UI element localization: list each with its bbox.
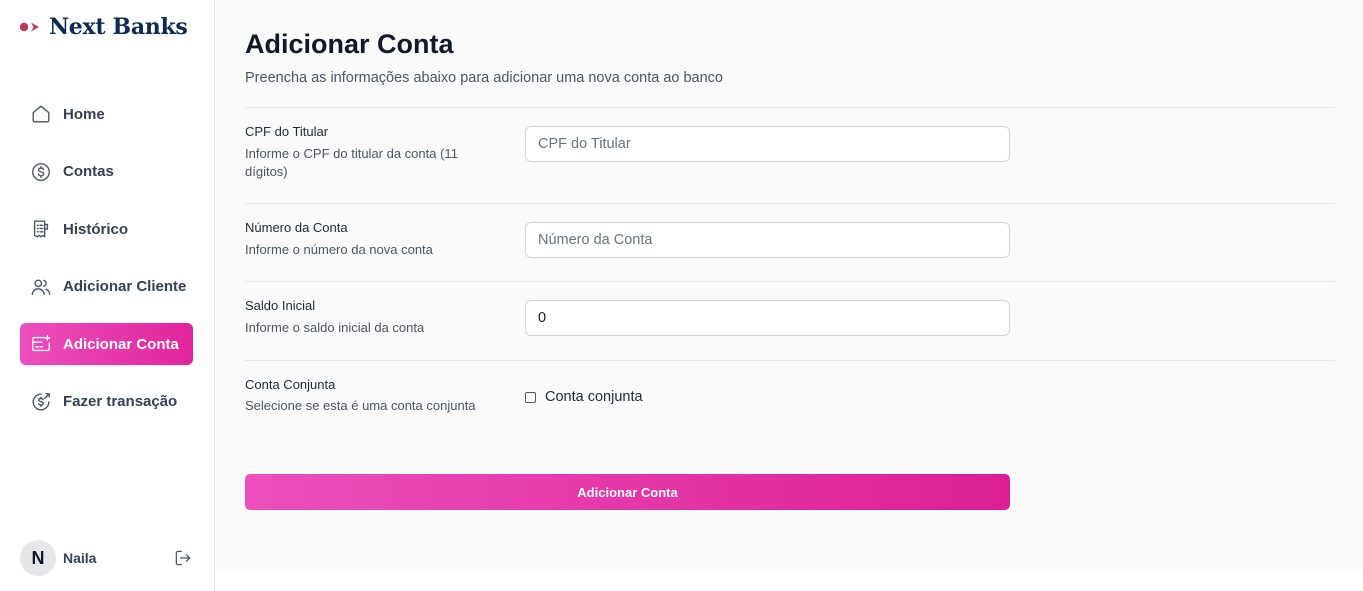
avatar[interactable]: N — [20, 540, 56, 576]
conta-conjunta-checkbox[interactable] — [525, 391, 536, 403]
numero-conta-help: Informe o número da nova conta — [245, 242, 433, 257]
sidebar-item-label: Contas — [63, 163, 114, 180]
user-name: Naila — [63, 550, 97, 566]
sidebar-item-label: Adicionar Cliente — [63, 278, 187, 295]
saldo-inicial-help: Informe o saldo inicial da conta — [245, 320, 425, 335]
sidebar-item-contas[interactable]: Contas — [20, 151, 193, 193]
adicionar-conta-button[interactable]: Adicionar Conta — [245, 474, 1010, 510]
saldo-inicial-label: Saldo Inicial — [245, 298, 316, 313]
sidebar-item-fazer-transacao[interactable]: Fazer transação — [20, 381, 193, 423]
users-icon — [30, 276, 52, 298]
divider — [245, 107, 1335, 108]
sidebar-item-historico[interactable]: Histórico — [20, 208, 193, 250]
conta-conjunta-help: Selecione se esta é uma conta conjunta — [245, 398, 476, 413]
page-subtitle: Preencha as informações abaixo para adic… — [245, 70, 723, 86]
cpf-input[interactable] — [525, 126, 1010, 162]
sidebar-item-label: Home — [63, 105, 105, 123]
main-content: Adicionar Conta Preencha as informações … — [216, 0, 1363, 571]
sidebar: Next Banks Home Contas Histórico Adicion… — [0, 0, 215, 591]
saldo-inicial-input[interactable] — [525, 300, 1010, 336]
brand-logo[interactable]: Next Banks — [19, 12, 188, 42]
conta-conjunta-label: Conta Conjunta — [245, 377, 336, 392]
page-title: Adicionar Conta — [245, 29, 454, 59]
conta-conjunta-checkbox-row[interactable]: Conta conjunta — [525, 389, 643, 405]
divider — [245, 203, 1335, 204]
sidebar-item-adicionar-cliente[interactable]: Adicionar Cliente — [20, 266, 193, 308]
sidebar-item-label: Adicionar Conta — [63, 335, 179, 353]
dollar-circle-icon — [30, 161, 52, 183]
cpf-label: CPF do Titular — [245, 124, 329, 139]
sidebar-item-label: Fazer transação — [63, 393, 178, 410]
divider — [245, 281, 1335, 282]
user-profile: N Naila — [20, 540, 193, 576]
receipt-icon — [30, 218, 52, 240]
brand-mark-icon — [19, 22, 39, 32]
sidebar-item-adicionar-conta[interactable]: Adicionar Conta — [20, 323, 193, 365]
card-add-icon — [30, 333, 52, 355]
numero-conta-input[interactable] — [525, 222, 1010, 258]
cpf-help: Informe o CPF do titular da conta (11 dí… — [245, 146, 458, 179]
brand-name: Next Banks — [49, 14, 188, 40]
sidebar-item-home[interactable]: Home — [20, 93, 193, 135]
dollar-send-icon — [30, 391, 52, 413]
sidebar-nav: Home Contas Histórico Adicionar Cliente … — [20, 93, 193, 438]
divider — [245, 360, 1335, 361]
home-icon — [30, 103, 52, 125]
conta-conjunta-checkbox-label[interactable]: Conta conjunta — [545, 389, 643, 405]
logout-icon[interactable] — [173, 548, 193, 568]
sidebar-item-label: Histórico — [63, 220, 129, 238]
numero-conta-label: Número da Conta — [245, 220, 348, 235]
